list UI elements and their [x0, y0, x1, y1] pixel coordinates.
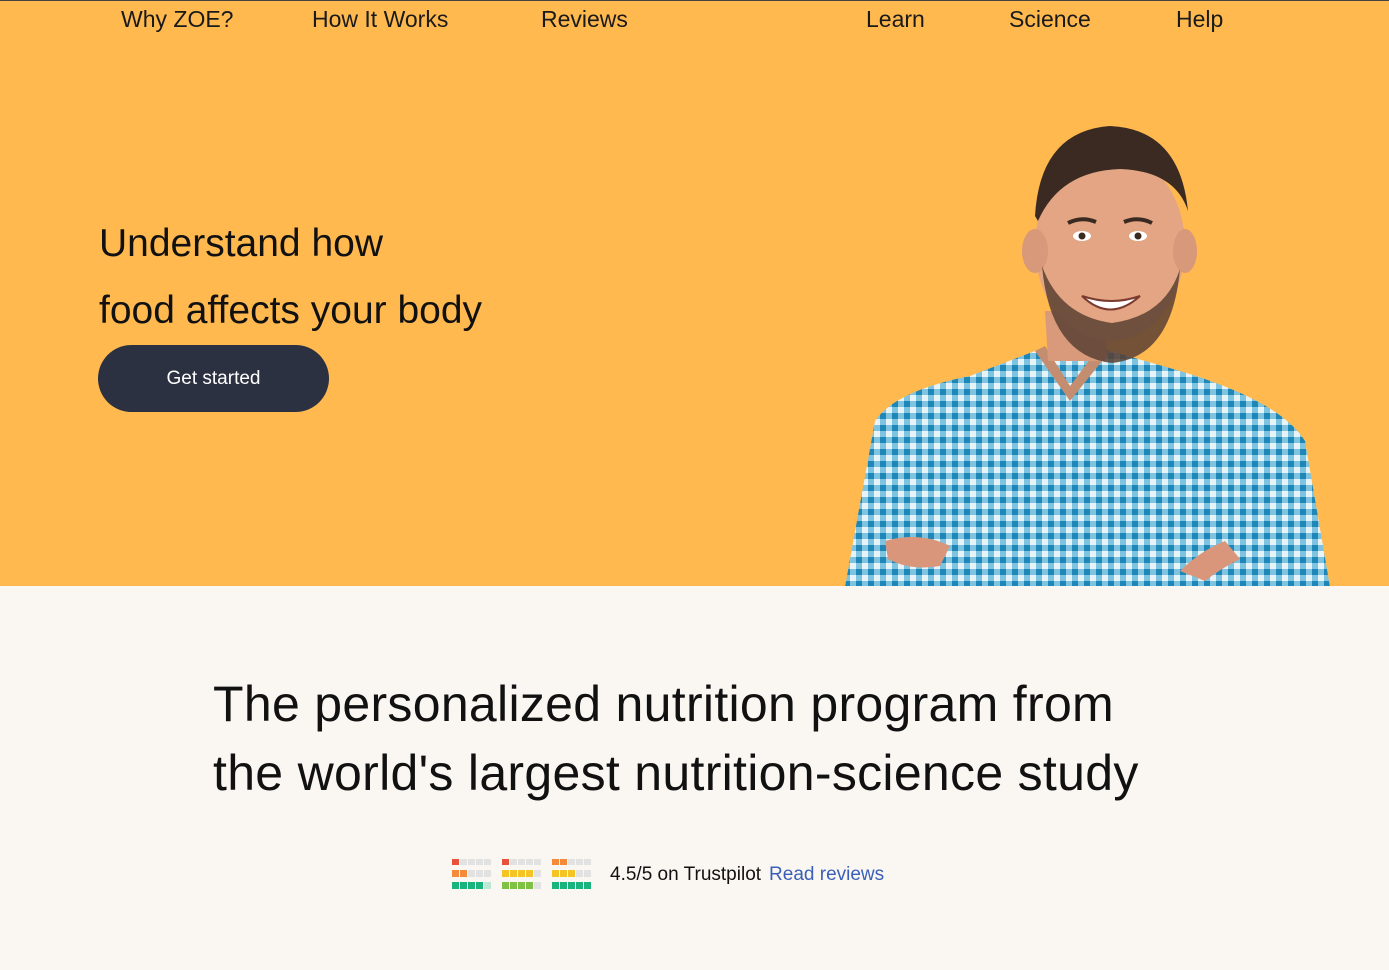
- nav-help[interactable]: Help: [1176, 6, 1223, 32]
- hero-section: Why ZOE? How It Works Reviews Learn Scie…: [0, 0, 1389, 586]
- hero-headline-line2: food affects your body: [99, 289, 483, 332]
- tagline-line2: the world's largest nutrition-science st…: [213, 745, 1139, 801]
- trustpilot-stars-icon: [452, 859, 591, 889]
- read-reviews-link[interactable]: Read reviews: [769, 864, 884, 886]
- nav-science[interactable]: Science: [1009, 6, 1091, 32]
- nav-how-it-works[interactable]: How It Works: [312, 6, 448, 32]
- trustpilot-score: 4.5/5 on Trustpilot: [610, 864, 762, 885]
- hero-person-image: [845, 126, 1330, 586]
- program-tagline: The personalized nutrition program from …: [213, 676, 1139, 814]
- nav-reviews[interactable]: Reviews: [541, 6, 628, 32]
- get-started-button[interactable]: Get started: [98, 345, 329, 412]
- trustpilot-rating: 4.5/5 on Trustpilot Read reviews: [452, 857, 884, 893]
- hero-headline-line1: Understand how: [99, 222, 384, 265]
- nav-why-zoe[interactable]: Why ZOE?: [121, 6, 233, 32]
- tagline-line1: The personalized nutrition program from: [213, 676, 1115, 732]
- nav-learn[interactable]: Learn: [866, 6, 925, 32]
